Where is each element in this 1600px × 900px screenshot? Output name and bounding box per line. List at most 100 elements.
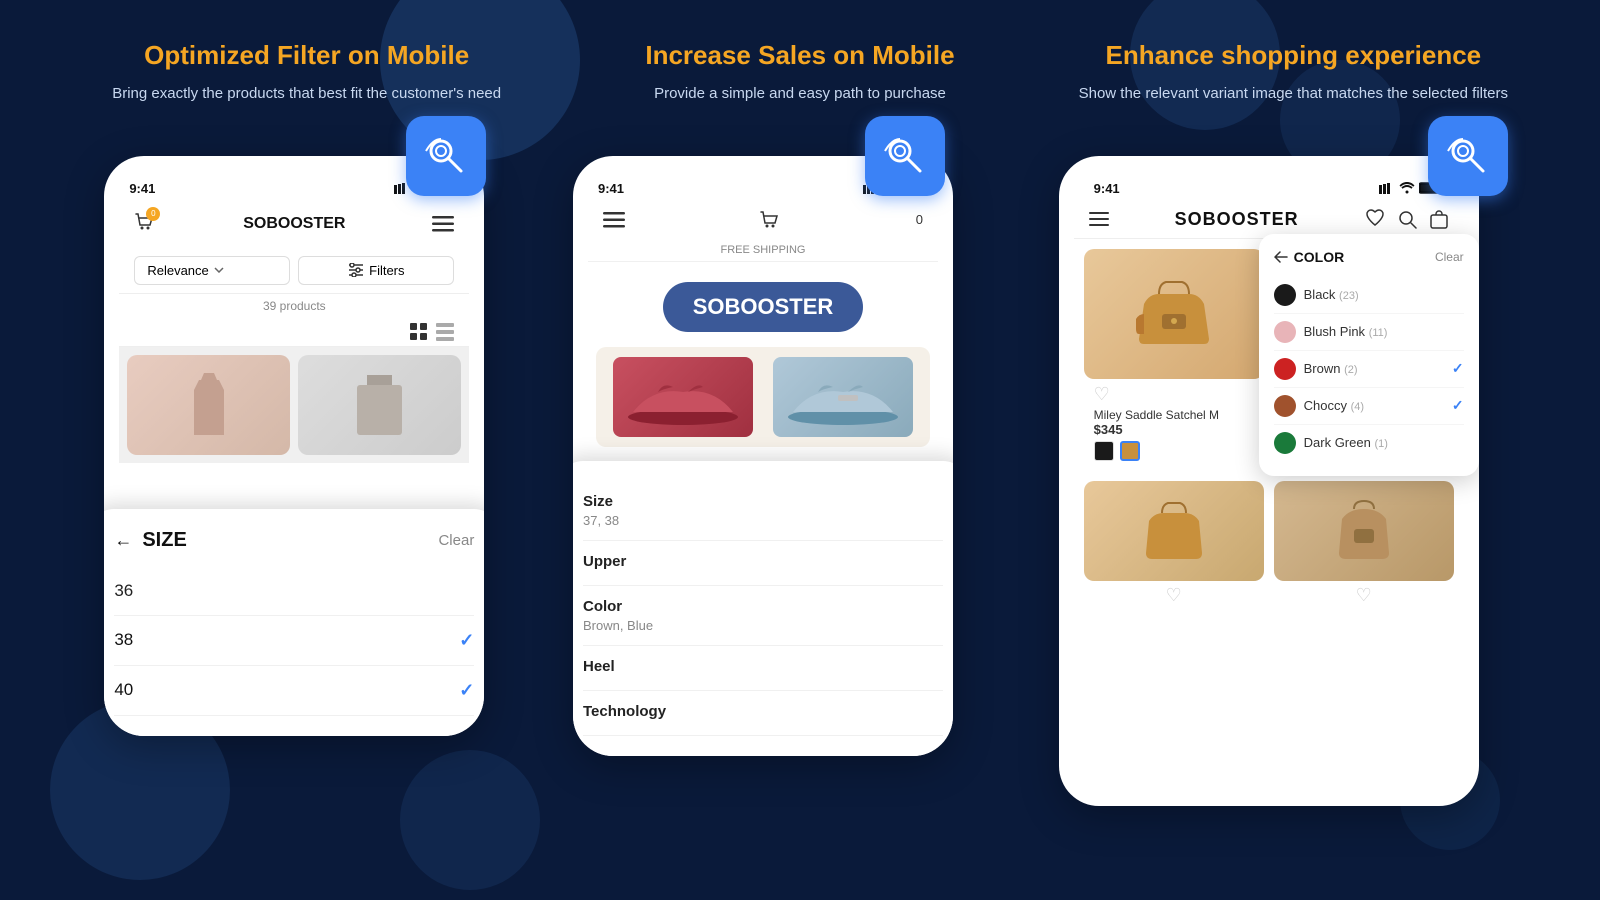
detail-upper[interactable]: Upper xyxy=(583,541,943,586)
bag1-price: $345 xyxy=(1094,422,1254,437)
phone1-time: 9:41 xyxy=(129,181,155,196)
color-filter-clear[interactable]: Clear xyxy=(1435,250,1464,264)
phone2-frame: 9:41 0 FREE SHIPPING SOBOOSTER xyxy=(573,156,953,756)
bottom-bag-2[interactable]: ♡ xyxy=(1274,481,1454,606)
store-name-3: SOBOOSTER xyxy=(1175,209,1299,230)
color-label: Color xyxy=(583,598,943,615)
color-black[interactable]: Black (23) xyxy=(1274,277,1464,314)
product-card-bag1[interactable]: ♡ Miley Saddle Satchel M $345 xyxy=(1084,249,1264,466)
header-row: Optimized Filter on Mobile Bring exactly… xyxy=(0,0,1600,126)
app-icon-3 xyxy=(1428,116,1508,196)
cart-icon-1[interactable]: 0 xyxy=(134,211,156,238)
detail-heel[interactable]: Heel xyxy=(583,646,943,691)
list-view-icon[interactable] xyxy=(436,323,454,341)
sandals-area xyxy=(596,347,930,447)
hamburger-icon-3[interactable] xyxy=(1089,212,1109,227)
color-blush-pink[interactable]: Blush Pink (11) xyxy=(1274,314,1464,351)
filter-size-40[interactable]: 40 ✓ xyxy=(114,666,474,716)
phone3-section: 9:41 SOBOOSTER xyxy=(1010,126,1528,806)
bag-nav-icon[interactable] xyxy=(1429,209,1449,229)
heel-label: Heel xyxy=(583,658,943,675)
product-card-2[interactable] xyxy=(298,355,461,455)
upper-label: Upper xyxy=(583,553,943,570)
bag1-swatches xyxy=(1094,441,1254,461)
phone2-time: 9:41 xyxy=(598,181,624,196)
sandal-1[interactable] xyxy=(613,357,753,437)
detail-technology[interactable]: Technology xyxy=(583,691,943,736)
size-value: 37, 38 xyxy=(583,513,943,528)
swatch-black[interactable] xyxy=(1094,441,1114,461)
app-icon-2 xyxy=(865,116,945,196)
color-value: Brown, Blue xyxy=(583,618,943,633)
color-dot-choccy xyxy=(1274,395,1296,417)
color-dot-green xyxy=(1274,432,1296,454)
nav-icons-3 xyxy=(1365,209,1449,229)
filters-button[interactable]: Filters xyxy=(298,256,454,285)
check-choccy: ✓ xyxy=(1452,397,1464,414)
color-brown[interactable]: Brown (2) ✓ xyxy=(1274,351,1464,388)
bag1-info: ♡ Miley Saddle Satchel M $345 xyxy=(1084,379,1264,466)
menu-icon-1[interactable] xyxy=(432,216,454,232)
technology-label: Technology xyxy=(583,703,943,720)
menu-icon-2[interactable] xyxy=(603,212,625,228)
filter-desc: Bring exactly the products that best fit… xyxy=(85,83,529,106)
phone2-section: 9:41 0 FREE SHIPPING SOBOOSTER xyxy=(541,126,985,756)
section-enhance-header: Enhance shopping experience Show the rel… xyxy=(1071,40,1515,106)
color-dot-brown xyxy=(1274,358,1296,380)
sales-desc: Provide a simple and easy path to purcha… xyxy=(578,83,1022,106)
cart-icon-2[interactable] xyxy=(759,209,781,231)
filter-title: Optimized Filter on Mobile xyxy=(85,40,529,71)
heart-nav-icon[interactable] xyxy=(1365,209,1385,227)
product-card-1[interactable] xyxy=(127,355,290,455)
sandal-2[interactable] xyxy=(773,357,913,437)
phone1-frame: 9:41 0 xyxy=(104,156,484,736)
phone3-time: 9:41 xyxy=(1094,181,1120,196)
phone3-frame: 9:41 SOBOOSTER xyxy=(1059,156,1479,806)
grid-view-icon[interactable] xyxy=(410,323,428,341)
phone3-status-bar: 9:41 xyxy=(1074,176,1464,201)
detail-color[interactable]: Color Brown, Blue xyxy=(583,586,943,646)
brand-badge: SOBOOSTER xyxy=(663,282,864,332)
filter-size-36[interactable]: 36 xyxy=(114,567,474,616)
back-arrow-color[interactable] xyxy=(1274,251,1288,263)
section-sales-header: Increase Sales on Mobile Provide a simpl… xyxy=(578,40,1022,106)
filter-size-38[interactable]: 38 ✓ xyxy=(114,616,474,666)
store-name-1: SOBOOSTER xyxy=(243,215,345,233)
color-dark-green[interactable]: Dark Green (1) xyxy=(1274,425,1464,461)
color-filter-overlay: COLOR Clear Black (23) Blush Pink (11) xyxy=(1259,234,1479,476)
enhance-title: Enhance shopping experience xyxy=(1071,40,1515,71)
phone3-nav: SOBOOSTER xyxy=(1074,201,1464,239)
size-filter-clear[interactable]: Clear xyxy=(438,532,474,549)
size-label: Size xyxy=(583,493,943,510)
heart-3[interactable]: ♡ xyxy=(1166,585,1182,606)
phone1-nav: 0 SOBOOSTER xyxy=(119,201,469,248)
bag1-name: Miley Saddle Satchel M xyxy=(1094,408,1254,422)
sort-select[interactable]: Relevance xyxy=(134,256,290,285)
color-dot-black xyxy=(1274,284,1296,306)
store-logo-area-1: 0 xyxy=(134,211,156,238)
check-38: ✓ xyxy=(459,630,474,651)
color-filter-header: COLOR Clear xyxy=(1274,249,1464,265)
color-choccy[interactable]: Choccy (4) ✓ xyxy=(1274,388,1464,425)
heart-4[interactable]: ♡ xyxy=(1356,585,1372,606)
check-40: ✓ xyxy=(459,680,474,701)
color-dot-pink xyxy=(1274,321,1296,343)
page-container: Optimized Filter on Mobile Bring exactly… xyxy=(0,0,1600,900)
cart-badge-1: 0 xyxy=(146,207,160,221)
size-filter-title: SIZE xyxy=(142,529,186,552)
back-arrow-icon[interactable]: ← xyxy=(114,530,132,551)
section-filter-header: Optimized Filter on Mobile Bring exactly… xyxy=(85,40,529,106)
detail-size[interactable]: Size 37, 38 xyxy=(583,481,943,541)
check-brown: ✓ xyxy=(1452,360,1464,377)
swatch-brown[interactable] xyxy=(1120,441,1140,461)
bottom-bag-1[interactable]: ♡ xyxy=(1084,481,1264,606)
heart-1[interactable]: ♡ xyxy=(1094,384,1254,405)
enhance-desc: Show the relevant variant image that mat… xyxy=(1071,83,1515,106)
phones-row: 9:41 0 xyxy=(0,126,1600,806)
view-toggles xyxy=(119,318,469,347)
phone1-section: 9:41 0 xyxy=(72,126,516,736)
bottom-product-row: ♡ ♡ xyxy=(1074,476,1464,611)
filter-header: ← SIZE Clear xyxy=(114,529,474,552)
product-grid-1 xyxy=(119,347,469,463)
search-nav-icon[interactable] xyxy=(1397,209,1417,229)
